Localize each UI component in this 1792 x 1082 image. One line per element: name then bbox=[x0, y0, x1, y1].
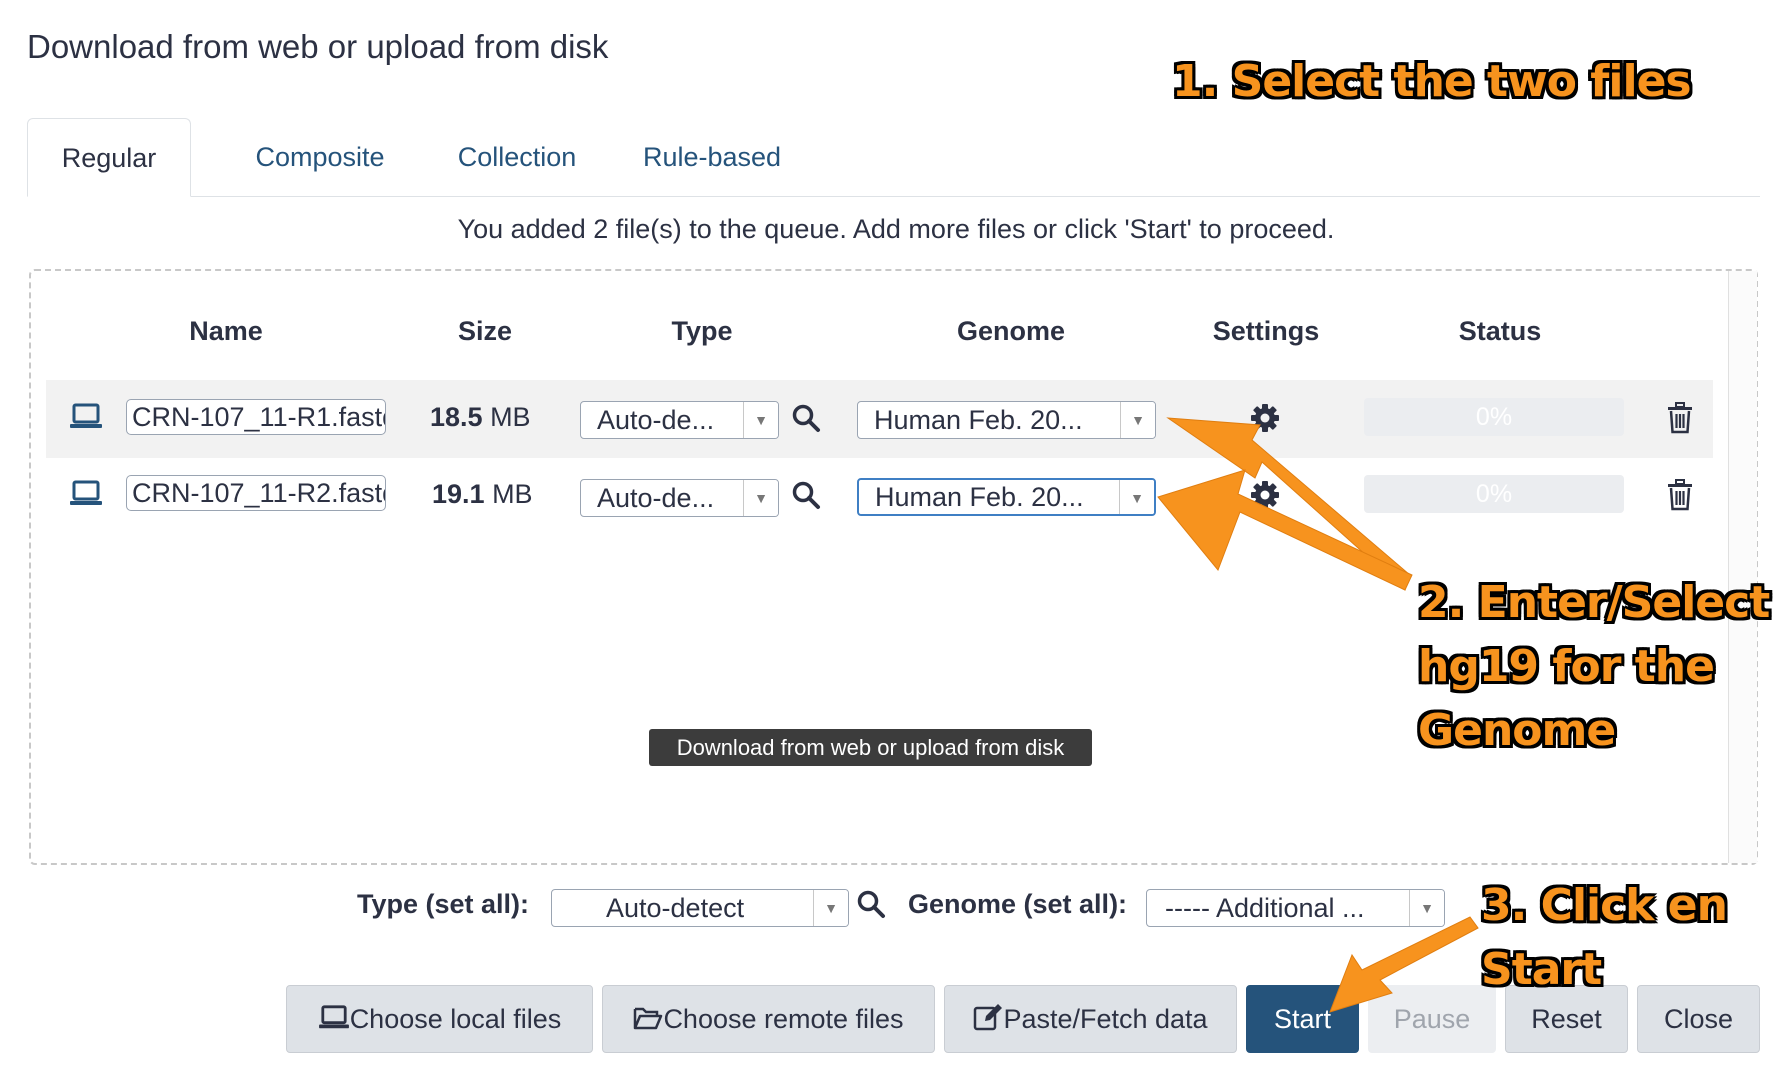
genome-select-value: Human Feb. 20... bbox=[875, 482, 1084, 512]
genome-select[interactable]: Human Feb. 20... ▼ bbox=[857, 478, 1156, 516]
search-icon[interactable] bbox=[856, 889, 886, 919]
edit-icon bbox=[974, 1004, 1003, 1031]
close-button[interactable]: Close bbox=[1637, 985, 1760, 1053]
search-icon[interactable] bbox=[791, 403, 821, 433]
gear-icon[interactable] bbox=[1250, 403, 1280, 433]
file-name-input[interactable]: CRN-107_11-R1.fastq bbox=[126, 399, 386, 435]
tooltip: Download from web or upload from disk bbox=[649, 729, 1092, 766]
column-header-type: Type bbox=[671, 316, 733, 346]
annotation-step3-line1: 3. Click en bbox=[1481, 880, 1728, 931]
column-header-genome: Genome bbox=[956, 316, 1066, 346]
choose-local-files-label: Choose local files bbox=[349, 1004, 562, 1034]
column-header-settings: Settings bbox=[1212, 316, 1320, 346]
file-size-unit: MB bbox=[484, 479, 533, 509]
chevron-down-icon: ▼ bbox=[1119, 480, 1154, 514]
genome-set-all-value: ----- Additional ... bbox=[1165, 893, 1365, 923]
annotation-step1: 1. Select the two files bbox=[1172, 56, 1692, 107]
queue-message: You added 2 file(s) to the queue. Add mo… bbox=[457, 214, 1335, 244]
folder-open-icon bbox=[634, 1007, 663, 1030]
drop-zone-scrollbar[interactable] bbox=[1728, 271, 1757, 863]
laptop-icon bbox=[318, 1005, 349, 1029]
file-size-value: 19.1 bbox=[432, 479, 485, 509]
annotation-step3-line2: Start bbox=[1481, 944, 1602, 995]
genome-select[interactable]: Human Feb. 20... ▼ bbox=[857, 401, 1156, 439]
type-select[interactable]: Auto-de... ▼ bbox=[580, 479, 779, 517]
search-icon[interactable] bbox=[791, 480, 821, 510]
genome-set-all-label: Genome (set all): bbox=[908, 889, 1128, 919]
trash-icon[interactable] bbox=[1666, 479, 1694, 511]
chevron-down-icon: ▼ bbox=[1120, 402, 1155, 438]
file-size: 18.5 MB bbox=[430, 402, 531, 433]
type-set-all-label: Type (set all): bbox=[357, 889, 530, 919]
upload-progress-bar: 0% bbox=[1364, 475, 1624, 513]
annotation-step2-line3: Genome bbox=[1418, 705, 1616, 756]
column-header-name: Name bbox=[189, 316, 263, 346]
type-set-all-value: Auto-detect bbox=[606, 893, 745, 923]
gear-icon[interactable] bbox=[1250, 480, 1280, 510]
start-button[interactable]: Start bbox=[1246, 985, 1359, 1053]
type-select-value: Auto-de... bbox=[597, 405, 715, 435]
tab-composite[interactable]: Composite bbox=[209, 118, 431, 196]
pause-button[interactable]: Pause bbox=[1368, 985, 1496, 1053]
type-set-all-select[interactable]: Auto-detect ▼ bbox=[551, 889, 849, 927]
genome-select-value: Human Feb. 20... bbox=[874, 405, 1083, 435]
paste-fetch-button[interactable]: Paste/Fetch data bbox=[944, 985, 1237, 1053]
column-header-size: Size bbox=[457, 316, 513, 346]
chevron-down-icon: ▼ bbox=[743, 480, 778, 516]
tab-regular[interactable]: Regular bbox=[27, 118, 191, 197]
type-select[interactable]: Auto-de... ▼ bbox=[580, 401, 779, 439]
paste-fetch-label: Paste/Fetch data bbox=[1003, 1004, 1208, 1034]
upload-tabs: Regular Composite Collection Rule-based bbox=[27, 118, 1760, 197]
annotation-step2-line2: hg19 for the bbox=[1418, 641, 1715, 692]
annotation-step2-line1: 2. Enter/Select bbox=[1418, 577, 1770, 628]
file-size: 19.1 MB bbox=[432, 479, 533, 510]
choose-remote-files-label: Choose remote files bbox=[663, 1004, 904, 1034]
upload-drop-zone[interactable] bbox=[29, 269, 1758, 865]
chevron-down-icon: ▼ bbox=[813, 890, 848, 926]
column-header-status: Status bbox=[1458, 316, 1542, 346]
laptop-icon bbox=[70, 403, 102, 428]
chevron-down-icon: ▼ bbox=[1409, 890, 1444, 926]
file-name-input[interactable]: CRN-107_11-R2.fastq bbox=[126, 475, 386, 511]
dialog-title: Download from web or upload from disk bbox=[27, 28, 609, 65]
file-size-value: 18.5 bbox=[430, 402, 483, 432]
type-select-value: Auto-de... bbox=[597, 483, 715, 513]
trash-icon[interactable] bbox=[1666, 402, 1694, 434]
choose-local-files-button[interactable]: Choose local files bbox=[286, 985, 593, 1053]
choose-remote-files-button[interactable]: Choose remote files bbox=[602, 985, 935, 1053]
chevron-down-icon: ▼ bbox=[743, 402, 778, 438]
upload-progress-bar: 0% bbox=[1364, 398, 1624, 436]
laptop-icon bbox=[70, 480, 102, 505]
tab-rule-based[interactable]: Rule-based bbox=[607, 118, 817, 196]
tab-collection[interactable]: Collection bbox=[427, 118, 607, 196]
genome-set-all-select[interactable]: ----- Additional ... ▼ bbox=[1146, 889, 1445, 927]
file-size-unit: MB bbox=[482, 402, 531, 432]
